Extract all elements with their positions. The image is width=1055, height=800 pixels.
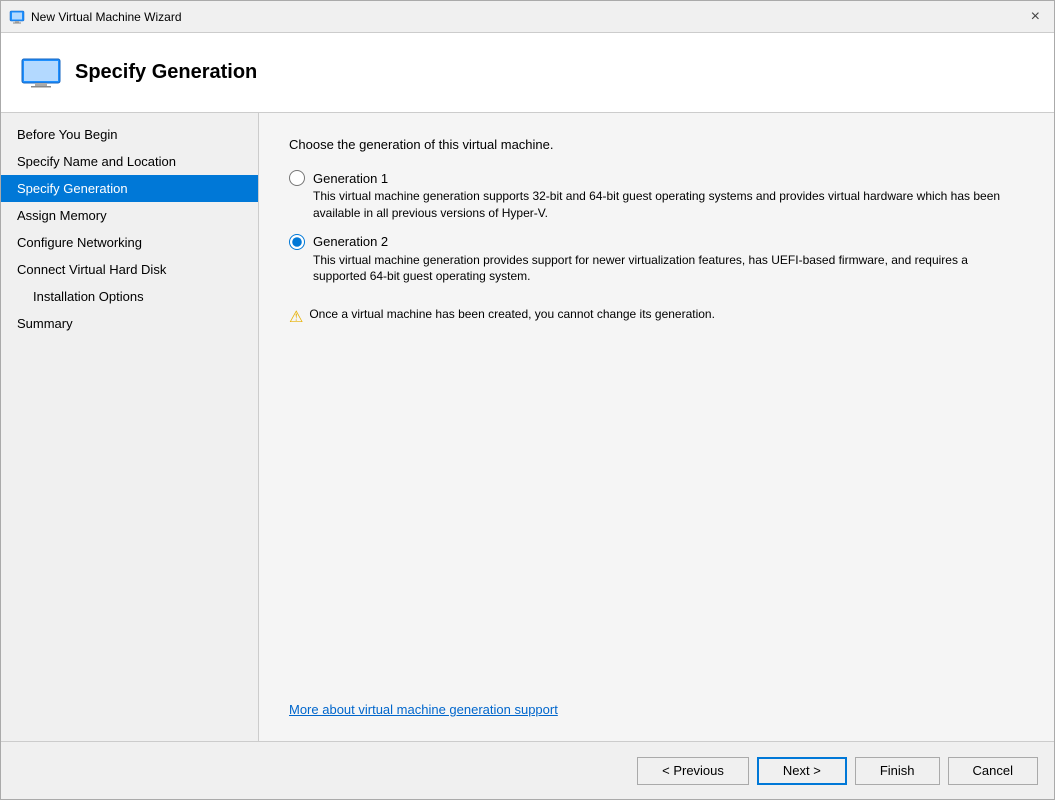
warning-icon: ⚠ xyxy=(289,307,303,327)
generation1-option: Generation 1 This virtual machine genera… xyxy=(289,170,1024,222)
warning-text: Once a virtual machine has been created,… xyxy=(309,307,715,321)
radio-group: Generation 1 This virtual machine genera… xyxy=(289,170,1024,327)
finish-button[interactable]: Finish xyxy=(855,757,940,785)
header-monitor-icon xyxy=(21,58,61,88)
generation1-label[interactable]: Generation 1 xyxy=(313,171,388,186)
title-bar: New Virtual Machine Wizard × xyxy=(1,1,1054,33)
sidebar-item-connect-vhd[interactable]: Connect Virtual Hard Disk xyxy=(1,256,258,283)
header-section: Specify Generation xyxy=(1,33,1054,113)
next-button[interactable]: Next > xyxy=(757,757,847,785)
learn-more-link[interactable]: More about virtual machine generation su… xyxy=(289,702,558,717)
sidebar-item-summary[interactable]: Summary xyxy=(1,310,258,337)
close-button[interactable]: × xyxy=(1025,7,1046,27)
sidebar-item-specify-name[interactable]: Specify Name and Location xyxy=(1,148,258,175)
sidebar-item-installation-options[interactable]: Installation Options xyxy=(1,283,258,310)
generation2-description: This virtual machine generation provides… xyxy=(313,252,1024,286)
intro-text: Choose the generation of this virtual ma… xyxy=(289,137,1024,152)
title-bar-text: New Virtual Machine Wizard xyxy=(31,10,182,24)
warning-row: ⚠ Once a virtual machine has been create… xyxy=(289,307,1024,327)
generation2-label-row: Generation 2 xyxy=(289,234,1024,250)
sidebar-item-before-you-begin[interactable]: Before You Begin xyxy=(1,121,258,148)
cancel-button[interactable]: Cancel xyxy=(948,757,1038,785)
generation1-description: This virtual machine generation supports… xyxy=(313,188,1024,222)
wizard-window: New Virtual Machine Wizard × Specify Gen… xyxy=(0,0,1055,800)
title-bar-left: New Virtual Machine Wizard xyxy=(9,9,182,25)
sidebar-item-specify-generation[interactable]: Specify Generation xyxy=(1,175,258,202)
sidebar-item-assign-memory[interactable]: Assign Memory xyxy=(1,202,258,229)
content-area: Before You Begin Specify Name and Locati… xyxy=(1,113,1054,741)
sidebar: Before You Begin Specify Name and Locati… xyxy=(1,113,259,741)
footer: < Previous Next > Finish Cancel xyxy=(1,741,1054,799)
generation2-label[interactable]: Generation 2 xyxy=(313,234,388,249)
sidebar-item-configure-networking[interactable]: Configure Networking xyxy=(1,229,258,256)
window-icon xyxy=(9,9,25,25)
generation1-radio[interactable] xyxy=(289,170,305,186)
generation1-label-row: Generation 1 xyxy=(289,170,1024,186)
main-content: Choose the generation of this virtual ma… xyxy=(259,113,1054,741)
generation2-option: Generation 2 This virtual machine genera… xyxy=(289,234,1024,286)
link-section: More about virtual machine generation su… xyxy=(289,682,1024,717)
generation2-radio[interactable] xyxy=(289,234,305,250)
previous-button[interactable]: < Previous xyxy=(637,757,749,785)
page-title: Specify Generation xyxy=(75,61,257,84)
